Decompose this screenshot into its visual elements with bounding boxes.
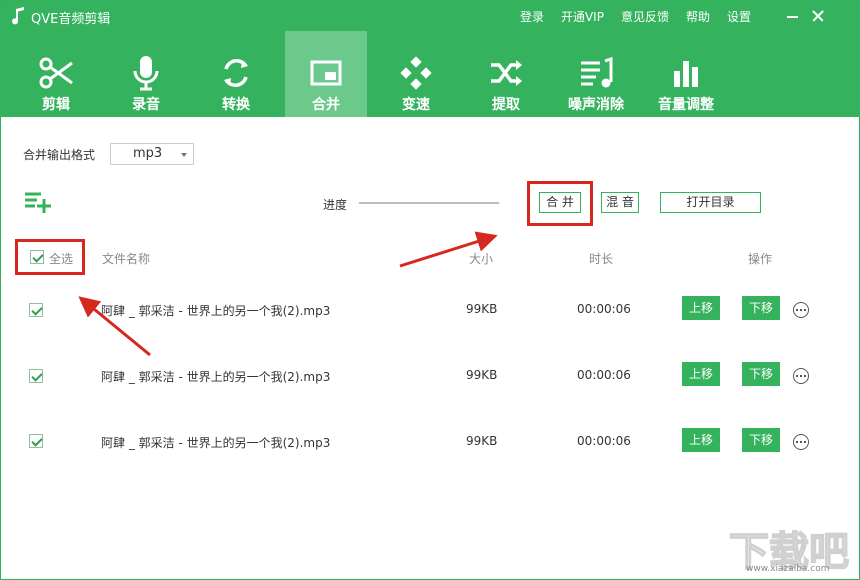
move-down-button[interactable]: 下移	[742, 428, 780, 452]
move-down-button[interactable]: 下移	[742, 362, 780, 386]
row-checkbox[interactable]	[29, 434, 43, 448]
tool-cut[interactable]: 剪辑	[15, 31, 97, 117]
tool-record[interactable]: 录音	[105, 31, 187, 117]
highlight-box	[527, 181, 593, 226]
row-checkbox[interactable]	[29, 303, 43, 317]
gamepad-icon	[400, 56, 432, 90]
file-size: 99KB	[466, 302, 498, 316]
file-duration: 00:00:06	[577, 368, 631, 382]
music-note-icon	[12, 7, 24, 25]
output-format-select[interactable]: mp3	[110, 143, 194, 165]
minimize-button[interactable]	[781, 5, 805, 27]
more-options-icon[interactable]	[793, 434, 809, 450]
tool-label: 噪声消除	[568, 97, 624, 113]
move-up-button[interactable]: 上移	[682, 428, 720, 452]
output-format-label: 合并输出格式	[23, 148, 96, 162]
highlight-box	[15, 239, 85, 275]
feedback-link[interactable]: 意见反馈	[621, 8, 669, 25]
microphone-icon	[133, 56, 159, 91]
volume-bars-icon	[674, 61, 698, 87]
tool-denoise[interactable]: 噪声消除	[555, 31, 637, 117]
move-down-button[interactable]: 下移	[742, 296, 780, 320]
file-name: 阿肆 _ 郭采洁 - 世界上的另一个我(2).mp3	[101, 370, 331, 384]
scissors-icon	[39, 57, 73, 89]
more-options-icon[interactable]	[793, 368, 809, 384]
tool-extract[interactable]: 提取	[465, 31, 547, 117]
tool-label: 音量调整	[658, 97, 714, 113]
more-options-icon[interactable]	[793, 302, 809, 318]
app-title: QVE音频剪辑	[31, 12, 111, 27]
shuffle-icon	[491, 60, 522, 86]
column-header-duration: 时长	[589, 252, 614, 266]
tool-label: 提取	[492, 97, 520, 113]
tool-convert[interactable]: 转换	[195, 31, 277, 117]
tool-merge[interactable]: 合并	[285, 31, 367, 117]
output-format-value: mp3	[133, 146, 163, 161]
tool-label: 录音	[132, 97, 160, 113]
title-bar: QVE音频剪辑 登录 开通VIP 意见反馈 帮助 设置	[1, 1, 860, 31]
file-name: 阿肆 _ 郭采洁 - 世界上的另一个我(2).mp3	[101, 304, 331, 318]
open-directory-button[interactable]: 打开目录	[660, 192, 761, 213]
main-toolbar: 剪辑 录音 转换 合并 变速 提取 噪声消除 音量调整	[1, 31, 860, 117]
tool-label: 转换	[222, 97, 250, 113]
file-duration: 00:00:06	[577, 302, 631, 316]
tool-label: 合并	[312, 97, 340, 113]
help-link[interactable]: 帮助	[686, 8, 710, 25]
column-header-operations: 操作	[748, 252, 773, 266]
tool-label: 剪辑	[42, 97, 70, 113]
column-header-name: 文件名称	[102, 252, 151, 266]
mix-button[interactable]: 混 音	[601, 192, 639, 213]
app-window: QVE音频剪辑 登录 开通VIP 意见反馈 帮助 设置 剪辑 录音 转换 合并 …	[0, 0, 860, 580]
column-header-size: 大小	[469, 252, 494, 266]
progress-bar	[359, 202, 499, 204]
move-up-button[interactable]: 上移	[682, 296, 720, 320]
watermark-url: www.xiazaiba.com	[746, 564, 830, 574]
vip-link[interactable]: 开通VIP	[561, 8, 604, 25]
merge-icon	[310, 60, 342, 86]
chevron-down-icon	[181, 153, 187, 157]
tool-volume[interactable]: 音量调整	[645, 31, 727, 117]
row-checkbox[interactable]	[29, 369, 43, 383]
tool-speed[interactable]: 变速	[375, 31, 457, 117]
file-size: 99KB	[466, 434, 498, 448]
file-name: 阿肆 _ 郭采洁 - 世界上的另一个我(2).mp3	[101, 436, 331, 450]
add-file-icon[interactable]	[23, 191, 53, 213]
settings-link[interactable]: 设置	[727, 8, 751, 25]
file-duration: 00:00:06	[577, 434, 631, 448]
tool-label: 变速	[402, 97, 430, 113]
move-up-button[interactable]: 上移	[682, 362, 720, 386]
login-link[interactable]: 登录	[520, 8, 544, 25]
progress-label: 进度	[323, 198, 348, 212]
top-links: 登录 开通VIP 意见反馈 帮助 设置	[520, 8, 751, 25]
close-button[interactable]	[806, 5, 830, 27]
noise-icon	[581, 56, 613, 88]
refresh-icon	[224, 59, 248, 87]
file-size: 99KB	[466, 368, 498, 382]
